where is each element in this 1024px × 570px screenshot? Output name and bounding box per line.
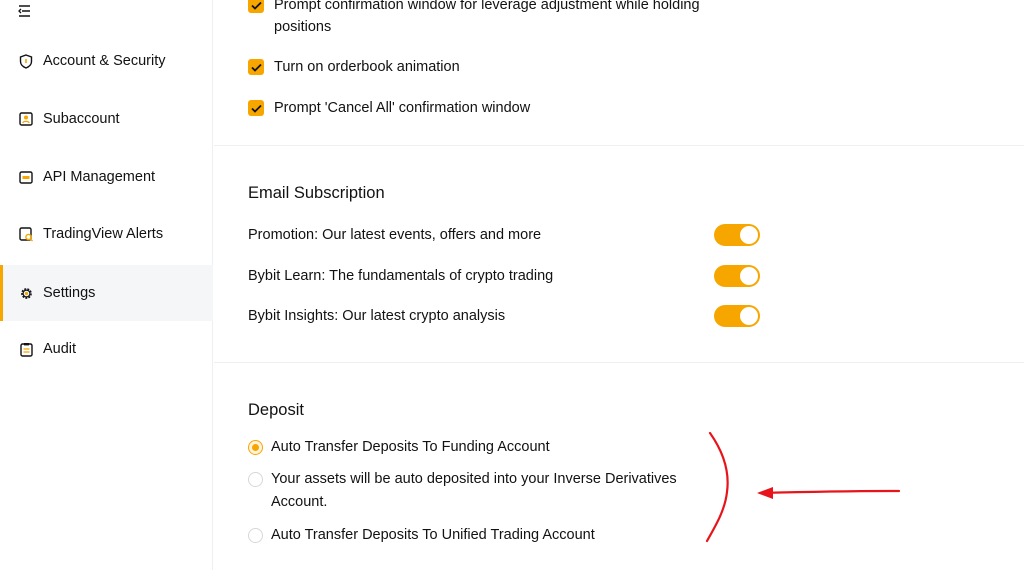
deposit-title: Deposit — [248, 401, 304, 419]
pref-cancel-all-confirm: Prompt 'Cancel All' confirmation window — [248, 97, 530, 119]
sidebar-item-settings[interactable]: Settings — [0, 265, 213, 321]
settings-content: Prompt confirmation window for leverage … — [214, 0, 1024, 570]
toggle-label: Promotion: Our latest events, offers and… — [248, 227, 542, 243]
radio-label: Auto Transfer Deposits To Funding Accoun… — [271, 439, 550, 455]
section-divider — [214, 362, 1024, 363]
toggle-knob — [740, 267, 758, 285]
toggle-knob — [740, 226, 758, 244]
section-divider — [214, 145, 1024, 146]
checkbox-label: Turn on orderbook animation — [274, 59, 460, 75]
email-item-bybit-learn: Bybit Learn: The fundamentals of crypto … — [248, 264, 760, 288]
sidebar-item-label: Settings — [43, 285, 96, 301]
sidebar-item-label: Audit — [43, 341, 77, 357]
leverage-confirm-checkbox[interactable] — [248, 0, 264, 13]
subaccount-icon — [18, 111, 34, 127]
inverse-derivatives-radio[interactable] — [248, 472, 263, 487]
gear-icon — [18, 285, 34, 301]
cancel-all-confirm-checkbox[interactable] — [248, 100, 264, 116]
api-icon — [18, 169, 34, 185]
deposit-option-inverse[interactable]: Your assets will be auto deposited into … — [248, 468, 718, 514]
sidebar-item-label: TradingView Alerts — [43, 226, 164, 242]
sidebar-item-tradingview-alerts[interactable]: TradingView Alerts — [0, 206, 213, 262]
sidebar-item-audit[interactable]: Audit — [0, 321, 213, 377]
bybit-insights-toggle[interactable] — [714, 305, 760, 327]
settings-sidebar: Account & Security Subaccount API Manage… — [0, 0, 213, 570]
collapse-menu-icon[interactable] — [18, 4, 34, 18]
bybit-learn-toggle[interactable] — [714, 265, 760, 287]
email-item-promotion: Promotion: Our latest events, offers and… — [248, 223, 760, 247]
checkbox-label: Prompt confirmation window for leverage … — [274, 0, 700, 35]
sidebar-item-label: Account & Security — [43, 53, 166, 69]
toggle-label: Bybit Insights: Our latest crypto analys… — [248, 308, 506, 324]
radio-label: Your assets will be auto deposited into … — [271, 471, 677, 510]
sidebar-item-label: API Management — [43, 169, 156, 185]
sidebar-item-api-management[interactable]: API Management — [0, 149, 213, 205]
orderbook-animation-checkbox[interactable] — [248, 59, 264, 75]
funding-account-radio[interactable] — [248, 440, 263, 455]
sidebar-item-account-security[interactable]: Account & Security — [0, 33, 213, 89]
email-item-bybit-insights: Bybit Insights: Our latest crypto analys… — [248, 304, 760, 328]
alert-icon — [18, 226, 34, 242]
clipboard-icon — [18, 341, 34, 357]
deposit-option-funding[interactable]: Auto Transfer Deposits To Funding Accoun… — [248, 436, 718, 459]
email-subscription-title: Email Subscription — [248, 184, 385, 202]
deposit-option-unified[interactable]: Auto Transfer Deposits To Unified Tradin… — [248, 524, 718, 547]
toggle-knob — [740, 307, 758, 325]
unified-trading-radio[interactable] — [248, 528, 263, 543]
shield-icon — [18, 53, 34, 69]
sidebar-item-subaccount[interactable]: Subaccount — [0, 91, 213, 147]
promotion-toggle[interactable] — [714, 224, 760, 246]
checkbox-label: Prompt 'Cancel All' confirmation window — [274, 100, 531, 116]
pref-leverage-confirm: Prompt confirmation window for leverage … — [248, 0, 748, 38]
pref-orderbook-animation: Turn on orderbook animation — [248, 56, 460, 78]
toggle-label: Bybit Learn: The fundamentals of crypto … — [248, 268, 554, 284]
radio-label: Auto Transfer Deposits To Unified Tradin… — [271, 527, 595, 543]
sidebar-item-label: Subaccount — [43, 111, 120, 127]
